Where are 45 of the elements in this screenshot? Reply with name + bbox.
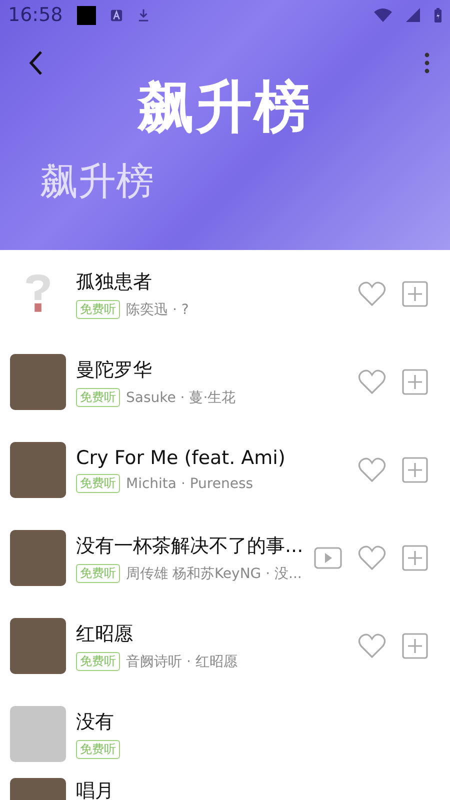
heart-icon[interactable] [358,281,386,307]
free-tag: 免费听 [76,652,120,671]
album-cover [10,618,66,674]
signal-icon [406,8,420,22]
free-tag: 免费听 [76,388,120,407]
song-title[interactable]: 红昭愿 [76,621,354,647]
notification-icon [76,6,96,24]
free-tag: 免费听 [76,474,120,493]
wifi-icon [374,8,392,22]
song-title[interactable]: 孤独患者 [76,269,354,295]
more-icon[interactable] [424,52,430,74]
album-cover [10,354,66,410]
add-icon[interactable] [402,545,428,571]
artist-album: 陈奕迅 · ? [126,300,189,318]
heart-icon[interactable] [358,545,386,571]
battery-icon [434,8,442,22]
add-icon[interactable] [402,633,428,659]
song-title[interactable]: 没有一杯茶解决不了的事... [76,533,310,559]
heart-icon[interactable] [358,457,386,483]
app-icon [110,8,123,22]
heart-icon[interactable] [358,633,386,659]
album-cover [10,442,66,498]
chart-subtitle: 飙升榜 [40,158,155,205]
cover-placeholder [10,706,66,762]
add-icon[interactable] [402,369,428,395]
back-icon[interactable] [28,50,44,76]
heart-icon[interactable] [358,369,386,395]
album-cover [10,530,66,586]
free-tag: 免费听 [76,564,120,583]
download-icon [136,8,150,22]
song-title[interactable]: 曼陀罗华 [76,357,354,383]
free-tag: 免费听 [76,300,120,319]
video-play-icon[interactable] [314,547,342,569]
artist-album: Michita · Pureness [126,476,254,492]
artist-album: 音阙诗听 · 红昭愿 [126,652,238,670]
artist-album: Sasuke · 蔓·生花 [126,388,236,406]
add-icon[interactable] [402,457,428,483]
song-title[interactable]: 没有 [76,709,424,735]
song-title[interactable]: 唱月 [76,778,424,800]
artist-album: 周传雄 杨和苏KeyNG · 没... [126,564,302,582]
chart-title: 飙升榜 [138,74,312,142]
song-title[interactable]: Cry For Me (feat. Ami) [76,447,354,469]
free-tag: 免费听 [76,740,120,759]
add-icon[interactable] [402,281,428,307]
status-time: 16:58 [8,4,63,26]
